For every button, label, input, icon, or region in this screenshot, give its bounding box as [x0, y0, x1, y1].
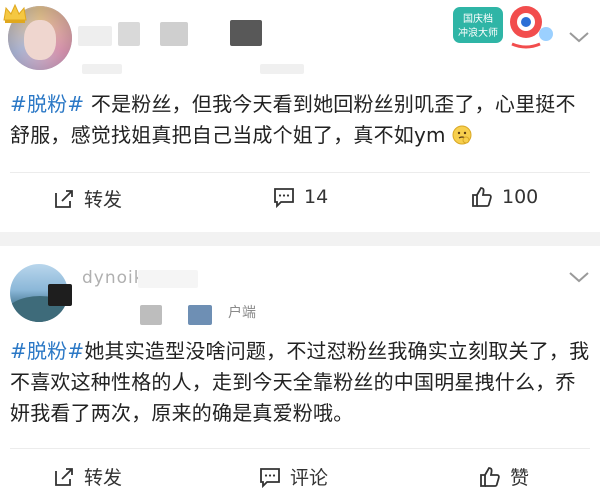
comment-button[interactable]: 评论 [258, 463, 328, 489]
share-button[interactable]: 转发 [52, 185, 122, 212]
topic-link[interactable]: #脱粉# [10, 339, 84, 363]
comment-count: 14 [304, 186, 329, 208]
post-text: #脱粉# 不是粉丝，但我今天看到她回粉丝别叽歪了，心里挺不舒服，感觉找姐真把自己… [10, 89, 590, 151]
username-redacted [138, 270, 198, 288]
username-redacted [230, 20, 262, 46]
like-count: 100 [502, 186, 539, 208]
badge-text-1: 国庆档 [463, 12, 493, 25]
username-redacted [48, 284, 72, 306]
thinking-emoji-icon [452, 125, 472, 145]
thumbs-up-icon [472, 187, 492, 207]
national-day-badge-icon: 国庆档 冲浪大师 [451, 5, 553, 49]
post-source: 户端 [228, 305, 256, 321]
meta-redacted [260, 64, 304, 74]
like-button[interactable]: 100 [470, 185, 538, 209]
like-label: 赞 [510, 467, 530, 489]
comment-icon [274, 188, 294, 209]
post-body: 她其实造型没啥问题，不过怼粉丝我确实立刻取关了，我不喜欢这种性格的人，走到今天全… [10, 339, 590, 425]
divider [10, 172, 590, 173]
username-redacted [118, 22, 140, 46]
chevron-down-icon[interactable] [568, 30, 590, 44]
topic-link[interactable]: #脱粉# [10, 92, 84, 116]
post-separator [0, 232, 600, 246]
avatar-face [24, 20, 56, 60]
badge-text-2: 冲浪大师 [458, 26, 498, 39]
share-button[interactable]: 转发 [52, 463, 122, 489]
share-label: 转发 [84, 189, 123, 211]
post-body: 不是粉丝，但我今天看到她回粉丝别叽歪了，心里挺不舒服，感觉找姐真把自己当成个姐了… [10, 92, 576, 147]
username-redacted [160, 22, 188, 46]
share-label: 转发 [84, 467, 123, 489]
meta-redacted [82, 64, 122, 74]
divider [10, 448, 590, 449]
comment-label: 评论 [290, 467, 329, 489]
username-redacted[interactable] [78, 26, 112, 46]
comment-button[interactable]: 14 [272, 185, 328, 209]
post-card: 国庆档 冲浪大师 #脱粉# 不是粉丝，但我今天看到她回粉丝别叽歪了，心里挺不舒服… [0, 0, 600, 232]
chevron-down-icon[interactable] [568, 270, 590, 284]
share-icon [55, 189, 73, 208]
meta-redacted [188, 305, 212, 325]
comment-icon [260, 467, 280, 488]
like-button[interactable]: 赞 [478, 463, 529, 489]
meta-redacted [140, 305, 162, 325]
share-icon [55, 467, 73, 486]
post-text: #脱粉#她其实造型没啥问题，不过怼粉丝我确实立刻取关了，我不喜欢这种性格的人，走… [10, 336, 590, 429]
crown-icon [3, 3, 27, 23]
thumbs-up-icon [480, 466, 500, 487]
